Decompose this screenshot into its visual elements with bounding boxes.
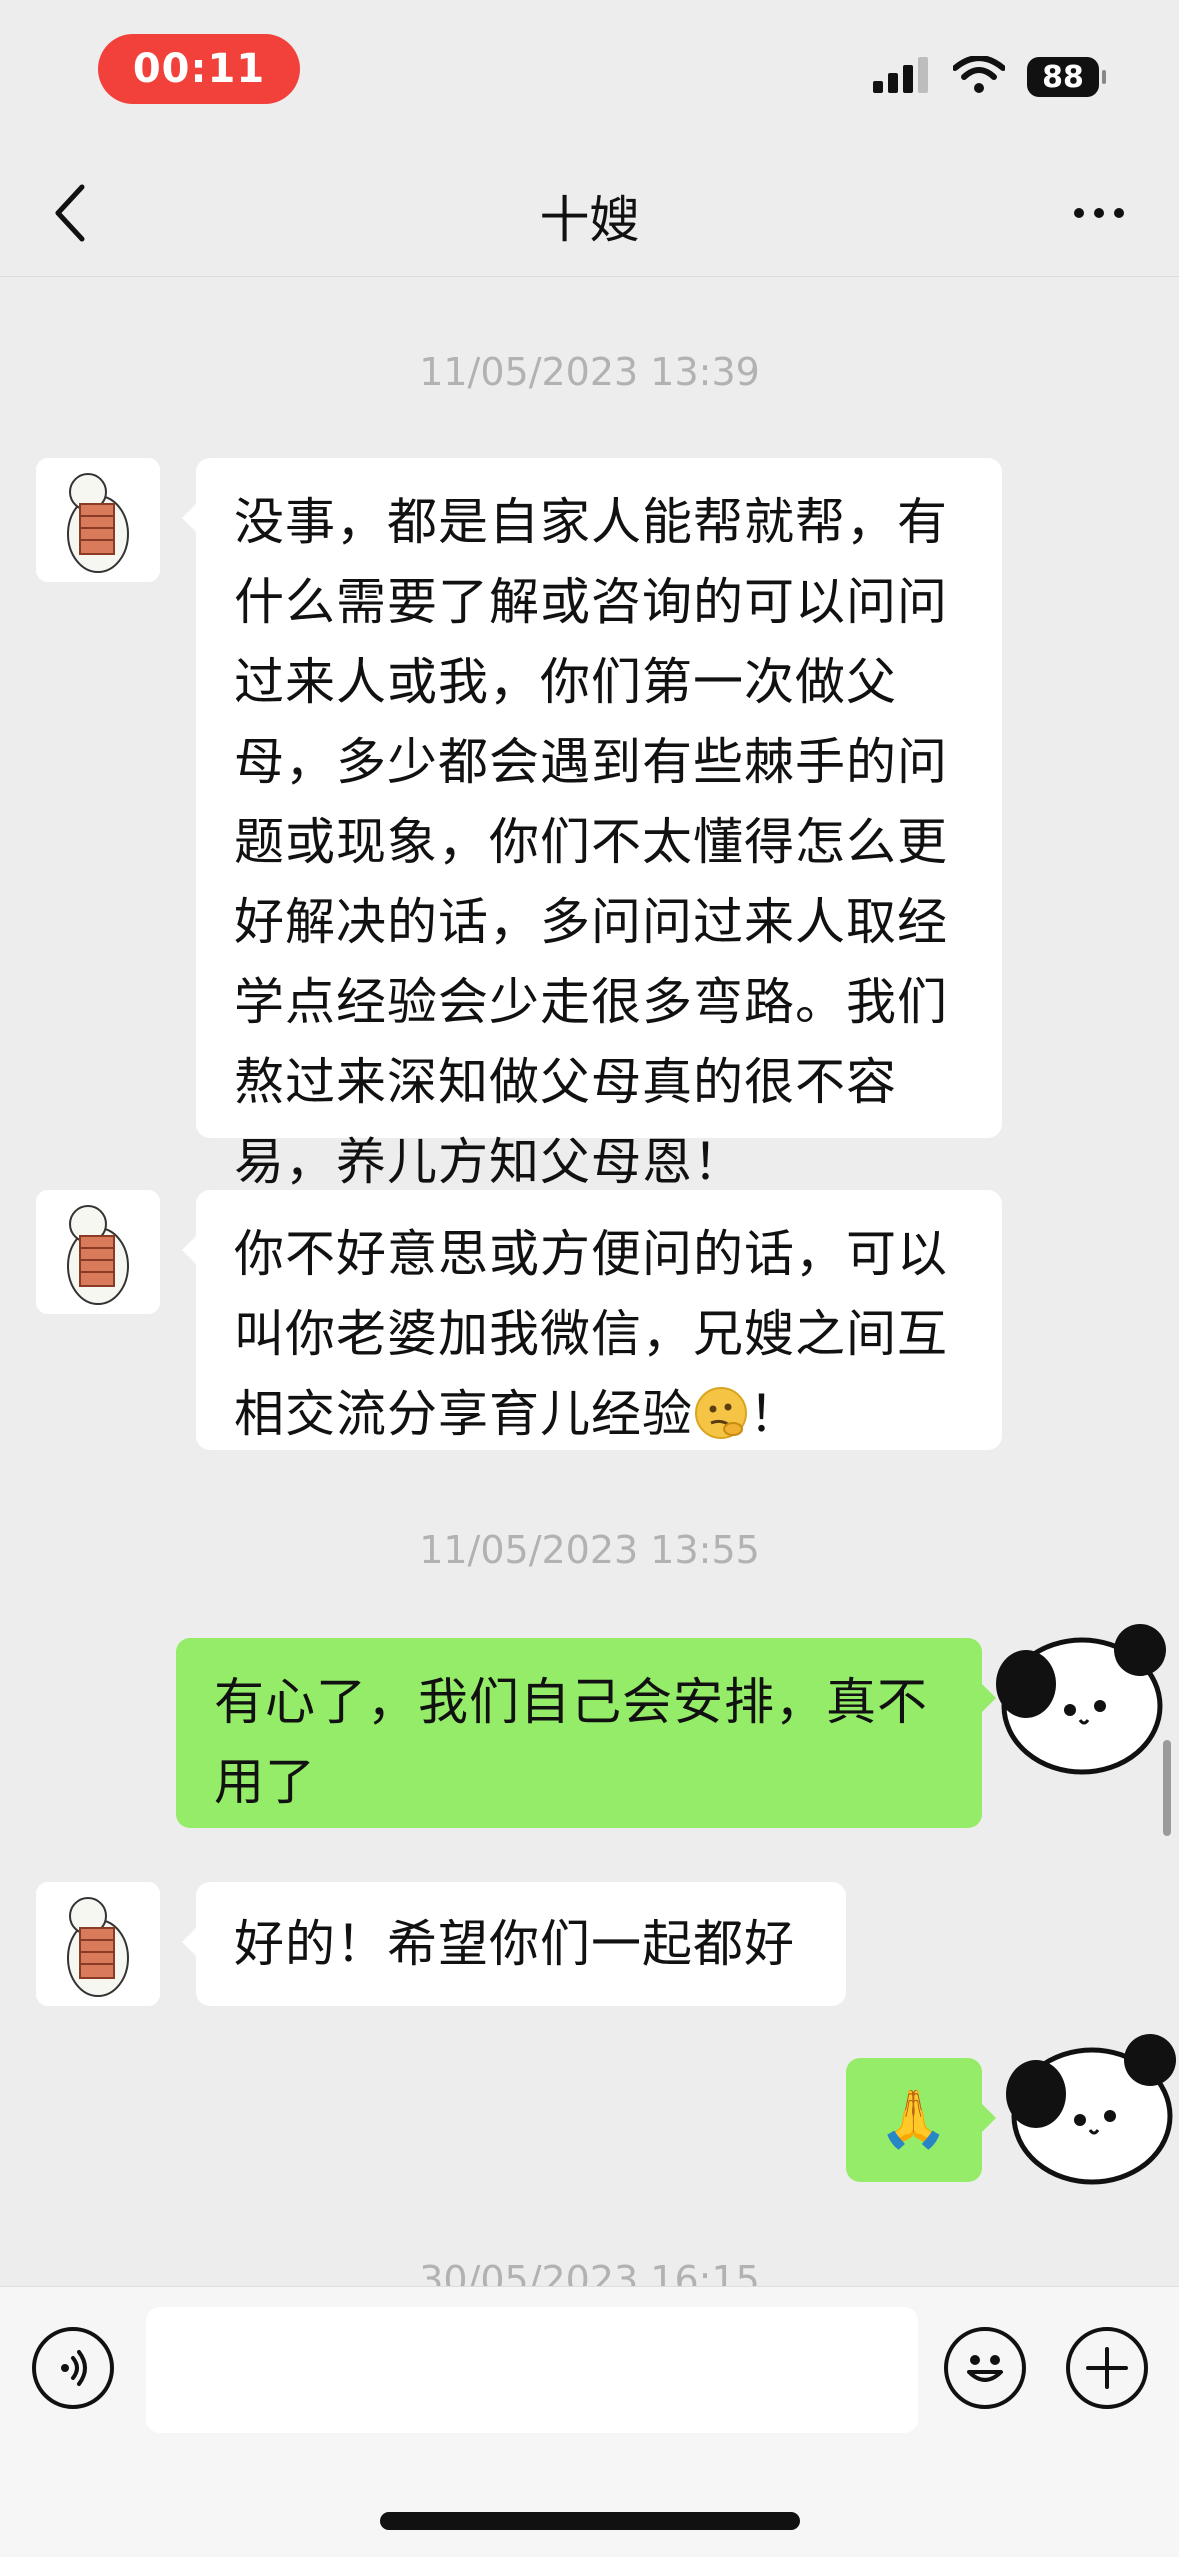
- emoji-icon: [967, 2355, 1003, 2382]
- incoming-message-bubble[interactable]: 你不好意思或方便问的话，可以 叫你老婆加我微信，兄嫂之间互 相交流分享育儿经验！: [182, 1190, 1002, 1450]
- more-options-button[interactable]: [1059, 180, 1139, 246]
- bear-holding-money-avatar-icon: [36, 1882, 160, 2006]
- contact-avatar[interactable]: [36, 1190, 160, 1314]
- contact-avatar[interactable]: [36, 1882, 160, 2006]
- bear-holding-money-avatar-icon: [36, 1190, 160, 1314]
- status-icons: 88: [873, 55, 1106, 98]
- outgoing-message-bubble[interactable]: 有心了，我们自己会安排，真不 用了: [176, 1638, 996, 1828]
- home-indicator[interactable]: [380, 2512, 800, 2530]
- contact-avatar[interactable]: [36, 458, 160, 582]
- voice-icon: [61, 2350, 87, 2386]
- thinking-face-emoji-icon: [695, 1387, 747, 1439]
- plus-button[interactable]: [1066, 2327, 1148, 2409]
- emoji-button[interactable]: [944, 2327, 1026, 2409]
- panda-avatar-icon[interactable]: [990, 1610, 1170, 1790]
- scrollbar-thumb[interactable]: [1163, 1740, 1171, 1836]
- voice-button[interactable]: [32, 2327, 114, 2409]
- bear-holding-money-avatar-icon: [36, 458, 160, 582]
- plus-icon: [1086, 2347, 1128, 2389]
- message-text-input[interactable]: [146, 2307, 918, 2433]
- incoming-message-bubble[interactable]: 好的！希望你们一起都好: [182, 1882, 846, 2006]
- folded-hands-emoji-icon: 🙏: [878, 2087, 950, 2152]
- more-dots-icon: [1074, 208, 1084, 218]
- panda-avatar-icon[interactable]: [1000, 2020, 1179, 2200]
- message-timestamp: 11/05/2023 13:39: [419, 350, 760, 394]
- wifi-icon: [952, 55, 1006, 98]
- outgoing-emoji-bubble[interactable]: 🙏: [846, 2058, 996, 2182]
- message-timestamp: 11/05/2023 13:55: [419, 1528, 760, 1572]
- signal-bars-icon: [873, 57, 931, 97]
- incoming-message-bubble[interactable]: 没事，都是自家人能帮就帮，有 什么需要了解或咨询的可以问问 过来人或我，你们第一…: [182, 458, 1002, 1191]
- chat-title: 十嫂: [539, 191, 640, 249]
- battery-indicator: 88: [1027, 57, 1106, 97]
- chat-header: 十嫂: [0, 150, 1179, 277]
- status-bar: 00:11 88: [0, 0, 1179, 150]
- recording-time-pill[interactable]: 00:11: [98, 34, 300, 104]
